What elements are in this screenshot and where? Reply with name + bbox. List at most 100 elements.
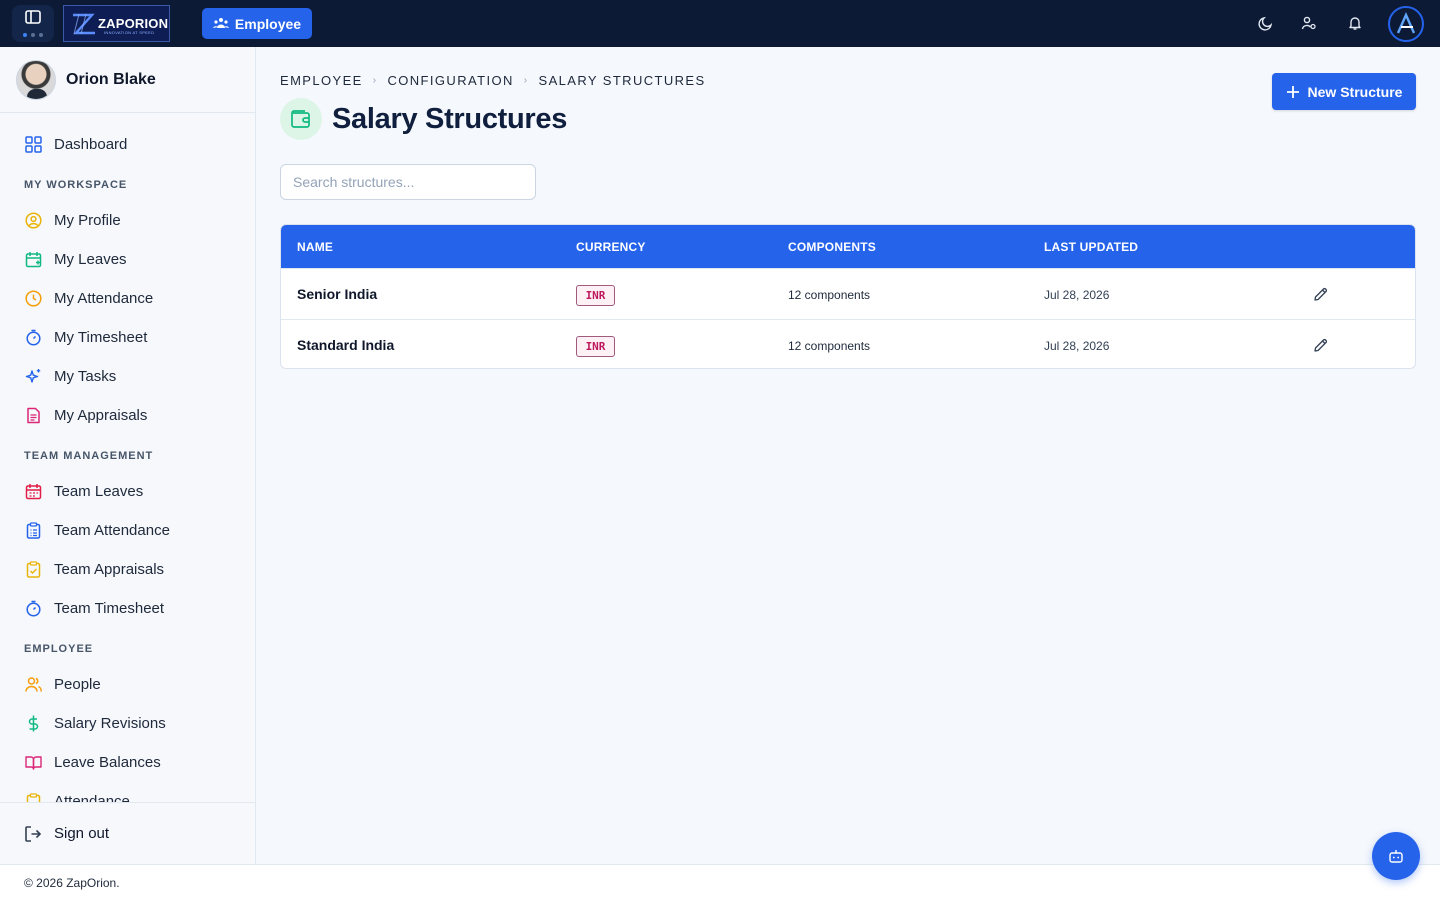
edit-button[interactable] [1311,285,1329,303]
last-updated-date: Jul 28, 2026 [1044,288,1110,302]
calendar-icon [24,482,42,500]
pencil-icon [1313,287,1327,301]
user-avatar [16,59,56,100]
logo-tagline: INNOVATION AT SPEED [104,30,155,35]
page-title: Salary Structures [332,102,568,135]
sidebar-toggle-button[interactable] [12,5,54,42]
brand-a-icon [1396,12,1416,34]
structure-name[interactable]: Senior India [297,286,377,302]
assistant-chat-button[interactable] [1372,832,1420,880]
sidebar-item-label: Team Timesheet [54,599,165,617]
column-header-last-updated[interactable]: LAST UPDATED [1044,240,1138,254]
sidebar-item-my-timesheet[interactable]: My Timesheet [0,319,255,355]
section-title-employee: EMPLOYEE [24,643,94,655]
notifications-button[interactable] [1346,14,1364,32]
clipboard-icon [24,792,42,802]
stopwatch-icon [24,599,42,617]
sidebar-item-label: Team Attendance [54,521,170,539]
user-circle-icon [24,211,42,229]
footer: © 2026 ZapOrion. [0,864,1440,900]
logo-mark-icon [73,13,95,34]
workspace-dots [23,33,43,37]
sidebar-item-team-appraisals[interactable]: Team Appraisals [0,551,255,587]
sidebar-item-label: Attendance [54,792,130,803]
sidebar-item-salary-revisions[interactable]: Salary Revisions [0,705,255,741]
sidebar-item-my-appraisals[interactable]: My Appraisals [0,397,255,433]
sidebar-item-label: My Attendance [54,289,154,307]
bot-icon [1389,850,1403,863]
section-title-my-workspace: MY WORKSPACE [24,179,128,191]
chevron-right-icon: › [372,75,378,86]
search-input[interactable] [280,164,536,200]
sidebar-item-label: My Timesheet [54,328,148,346]
currency-badge: INR [576,336,615,357]
moon-icon [1258,16,1273,31]
team-icon [212,16,229,32]
sparkles-icon [24,367,42,385]
clock-icon [24,289,42,307]
clipboard-check-icon [24,560,42,578]
sidebar-item-my-attendance[interactable]: My Attendance [0,280,255,316]
sidebar-item-leave-balances[interactable]: Leave Balances [0,744,255,780]
sidebar-item-team-attendance[interactable]: Team Attendance [0,512,255,548]
edit-button[interactable] [1311,336,1329,354]
sidebar-item-label: Leave Balances [54,753,161,771]
new-structure-button[interactable]: New Structure [1272,73,1416,110]
section-title-team-management: TEAM MANAGEMENT [24,450,154,462]
plus-icon [1286,85,1300,99]
profile-avatar-button[interactable] [1388,6,1424,42]
sidebar-item-label: Salary Revisions [54,714,166,732]
sidebar-item-team-timesheet[interactable]: Team Timesheet [0,590,255,626]
sidebar-item-label: My Leaves [54,250,127,268]
sidebar-nav: Dashboard MY WORKSPACE My Profile My Lea… [0,113,255,802]
sidebar-item-label: My Tasks [54,367,117,385]
employee-module-label: Employee [234,15,302,32]
sidebar-item-people[interactable]: People [0,666,255,702]
column-header-name[interactable]: NAME [297,240,333,254]
sidebar-item-attendance[interactable]: Attendance [0,783,255,802]
user-settings-button[interactable] [1300,14,1318,32]
panel-left-icon [25,10,41,29]
column-header-currency[interactable]: CURRENCY [576,240,646,254]
theme-toggle-button[interactable] [1257,14,1275,32]
calendar-plus-icon [24,250,42,268]
app-logo[interactable]: ZAPORION INNOVATION AT SPEED [63,5,170,42]
pencil-icon [1313,338,1327,352]
table-header: NAME CURRENCY COMPONENTS LAST UPDATED [281,225,1415,268]
last-updated-date: Jul 28, 2026 [1044,339,1110,353]
user-block[interactable]: Orion Blake [0,47,255,113]
table-row[interactable]: Standard India INR 12 components Jul 28,… [281,319,1415,368]
top-bar: ZAPORION INNOVATION AT SPEED Employee [0,0,1440,47]
user-name: Orion Blake [66,70,156,88]
clipboard-list-icon [24,521,42,539]
employee-module-button[interactable]: Employee [202,8,312,39]
bell-icon [1349,17,1361,30]
breadcrumb-configuration[interactable]: CONFIGURATION [387,73,513,88]
chevron-right-icon: › [523,75,529,86]
breadcrumb-employee[interactable]: EMPLOYEE [280,73,363,88]
sidebar-item-dashboard[interactable]: Dashboard [0,126,255,162]
sign-out-button[interactable]: Sign out [0,802,255,864]
sidebar-item-my-profile[interactable]: My Profile [0,202,255,238]
sidebar-item-label: People [54,675,101,693]
sidebar-item-team-leaves[interactable]: Team Leaves [0,473,255,509]
document-icon [24,406,42,424]
sidebar: Orion Blake Dashboard MY WORKSPACE My Pr… [0,47,256,864]
copyright-text: © 2026 ZapOrion. [24,875,120,890]
page-header: Salary Structures [280,98,567,140]
sidebar-item-label: My Appraisals [54,406,148,424]
breadcrumb: EMPLOYEE › CONFIGURATION › SALARY STRUCT… [280,73,706,88]
sidebar-item-my-leaves[interactable]: My Leaves [0,241,255,277]
sidebar-item-label: Team Appraisals [54,560,165,578]
sign-out-label: Sign out [54,825,110,842]
salary-structures-table: NAME CURRENCY COMPONENTS LAST UPDATED Se… [280,224,1416,369]
log-out-icon [24,825,42,843]
user-cog-icon [1301,16,1316,30]
sidebar-item-label: Team Leaves [54,482,144,500]
sidebar-item-my-tasks[interactable]: My Tasks [0,358,255,394]
components-count: 12 components [788,288,871,302]
structure-name[interactable]: Standard India [297,337,394,353]
table-row[interactable]: Senior India INR 12 components Jul 28, 2… [281,268,1415,319]
wallet-icon [280,98,322,140]
column-header-components[interactable]: COMPONENTS [788,240,876,254]
